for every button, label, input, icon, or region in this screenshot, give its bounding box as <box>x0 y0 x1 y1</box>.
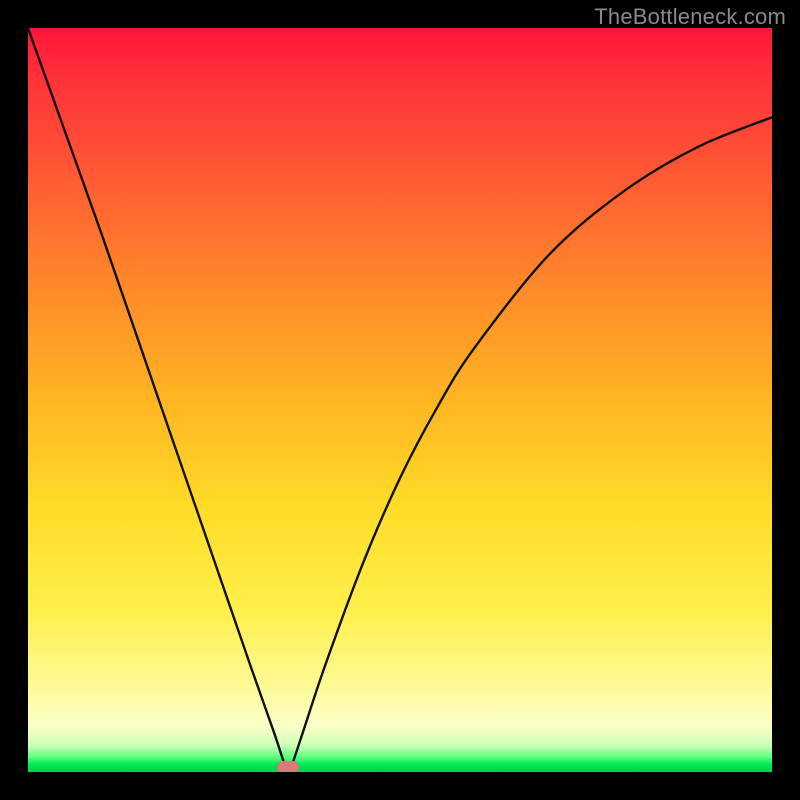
watermark-label: TheBottleneck.com <box>594 4 786 30</box>
outer-frame: TheBottleneck.com <box>0 0 800 800</box>
plot-area <box>28 28 772 772</box>
optimal-marker <box>277 761 299 772</box>
bottleneck-curve <box>28 28 772 772</box>
